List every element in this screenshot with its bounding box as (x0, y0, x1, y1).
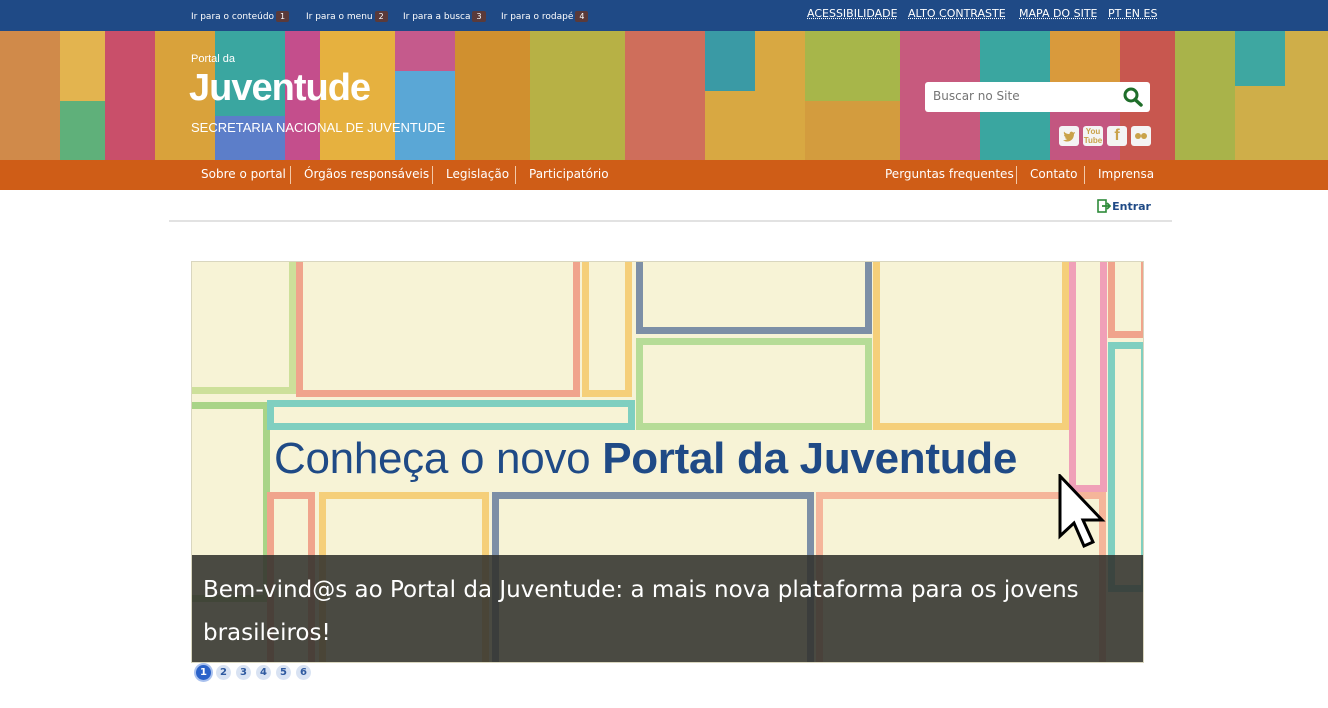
nav-sobre-o-portal[interactable]: Sobre o portal (201, 167, 286, 181)
facebook-icon[interactable]: f (1107, 126, 1127, 146)
skip-link-label: Ir para o rodapé (501, 12, 574, 22)
search-icon[interactable] (1122, 87, 1144, 107)
slide-headline: Conheça o novo Portal da Juventude (274, 434, 1017, 484)
headline-bold-text: Portal da Juventude (602, 434, 1018, 483)
top-bar: Ir para o conteúdo 1 Ir para o menu 2 Ir p… (0, 0, 1328, 31)
pager-dot-2[interactable]: 2 (216, 665, 231, 680)
shortcut-key-badge: 1 (276, 11, 290, 22)
language-links[interactable]: PT EN ES (1108, 7, 1157, 20)
main-navigation: Sobre o portal Órgãos responsáveis Legis… (0, 160, 1328, 190)
headline-regular-text: Conheça o novo (274, 434, 603, 483)
nav-imprensa[interactable]: Imprensa (1098, 167, 1154, 181)
site-logo-title[interactable]: Juventude (189, 67, 371, 110)
nav-perguntas-frequentes[interactable]: Perguntas frequentes (885, 167, 1014, 181)
skip-link-label: Ir para a busca (403, 12, 471, 22)
nav-divider (1084, 166, 1085, 184)
flickr-icon[interactable] (1131, 126, 1151, 146)
nav-participatorio[interactable]: Participatório (529, 167, 609, 181)
login-label: Entrar (1112, 200, 1151, 213)
youtube-icon[interactable]: You Tube (1083, 126, 1103, 146)
login-link[interactable]: Entrar (1097, 199, 1151, 213)
site-subtitle: SECRETARIA NACIONAL DE JUVENTUDE (191, 120, 446, 135)
pager-dot-4[interactable]: 4 (256, 665, 271, 680)
accessibility-link[interactable]: ACESSIBILIDADE (807, 7, 898, 20)
slide-caption-overlay[interactable]: Bem-vind@s ao Portal da Juventude: a mai… (192, 555, 1143, 662)
skip-link-label: Ir para o conteúdo (191, 12, 275, 22)
pager-dot-5[interactable]: 5 (276, 665, 291, 680)
skip-to-footer-link[interactable]: Ir para o rodapé 4 (501, 11, 589, 22)
nav-divider (1016, 166, 1017, 184)
search-input[interactable] (925, 82, 1118, 110)
nav-divider (290, 166, 291, 184)
nav-legislacao[interactable]: Legislação (446, 167, 509, 181)
login-bar: Entrar (169, 190, 1172, 222)
pager-dot-6[interactable]: 6 (296, 665, 311, 680)
skip-to-menu-link[interactable]: Ir para o menu 2 (306, 11, 388, 22)
nav-contato[interactable]: Contato (1030, 167, 1077, 181)
shortcut-key-badge: 3 (472, 11, 486, 22)
nav-orgaos-responsaveis[interactable]: Órgãos responsáveis (304, 167, 429, 181)
search-box (925, 82, 1150, 112)
site-map-link[interactable]: MAPA DO SITE (1019, 7, 1098, 20)
login-icon (1097, 199, 1112, 213)
mouse-pointer-icon (1058, 474, 1106, 548)
shortcut-key-badge: 2 (374, 11, 388, 22)
nav-divider (432, 166, 433, 184)
skip-to-search-link[interactable]: Ir para a busca 3 (403, 11, 486, 22)
high-contrast-link[interactable]: ALTO CONTRASTE (908, 7, 1006, 20)
portal-prefix: Portal da (191, 53, 236, 65)
slide-caption-text: Bem-vind@s ao Portal da Juventude: a mai… (203, 577, 1079, 646)
skip-to-content-link[interactable]: Ir para o conteúdo 1 (191, 11, 290, 22)
shortcut-key-badge: 4 (575, 11, 589, 22)
skip-link-label: Ir para o menu (306, 12, 373, 22)
site-header: Portal da Juventude SECRETARIA NACIONAL … (0, 31, 1328, 160)
pager-dot-3[interactable]: 3 (236, 665, 251, 680)
featured-carousel-slide[interactable]: Conheça o novo Portal da Juventude Bem-v… (191, 261, 1144, 663)
nav-divider (515, 166, 516, 184)
twitter-icon[interactable] (1059, 126, 1079, 146)
pager-dot-1[interactable]: 1 (196, 665, 211, 680)
